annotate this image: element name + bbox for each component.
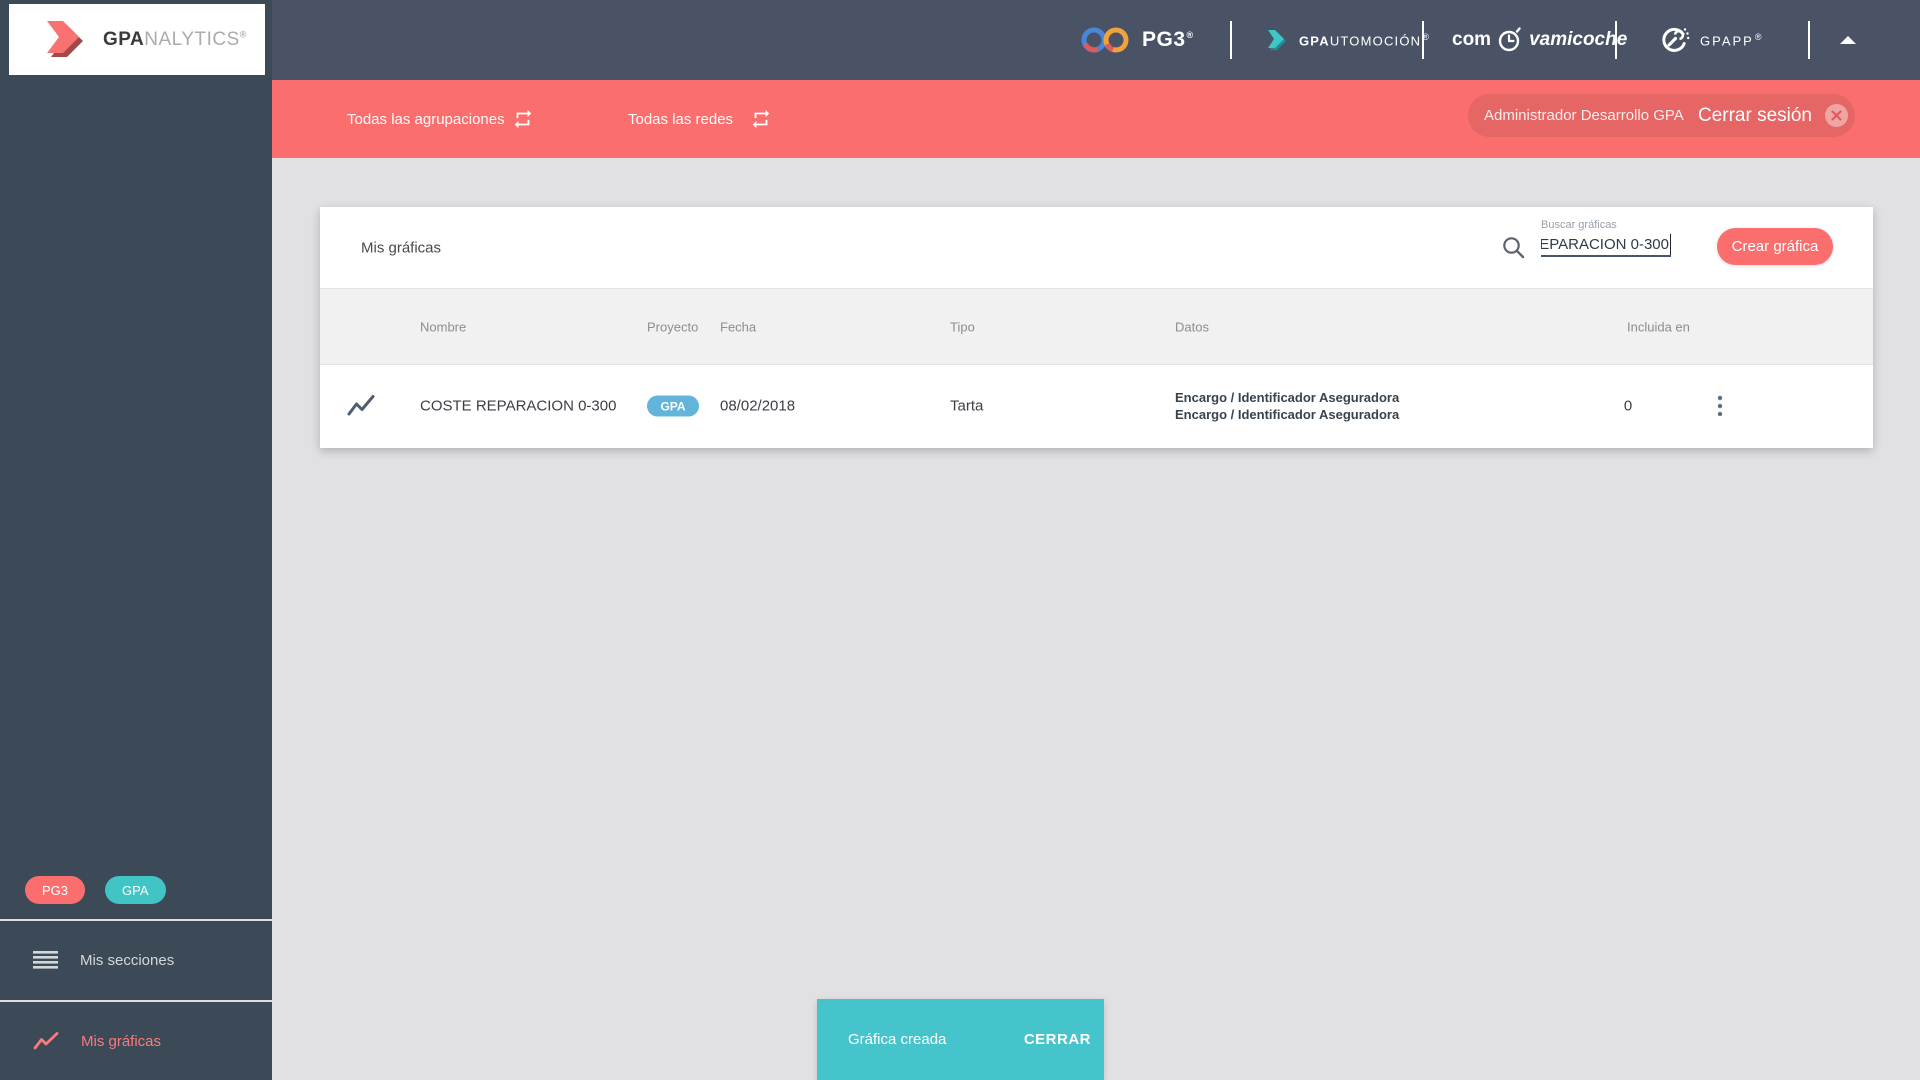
search-input-label: Buscar gráficas <box>1541 219 1617 231</box>
topbar-divider <box>1615 21 1617 59</box>
snackbar-message: Gráfica creada <box>848 1031 947 1048</box>
create-chart-button[interactable]: Crear gráfica <box>1717 228 1833 265</box>
logout-close-icon[interactable] <box>1825 104 1848 127</box>
filter-bar: Todas las agrupaciones Todas las redes A… <box>272 80 1920 158</box>
column-header-datos: Datos <box>1175 319 1209 334</box>
app-screen: PG3® GPAUTOMOCIÓN® com vamicoche GPAPP® … <box>0 0 1920 1080</box>
line-chart-icon <box>346 393 376 419</box>
gpanalytics-arrow-icon <box>39 17 89 63</box>
line-chart-icon <box>33 1031 59 1051</box>
gpautomocion-label: GPAUTOMOCIÓN® <box>1299 31 1431 49</box>
gpautomocion-arrow-icon <box>1263 28 1289 52</box>
user-session-pill: Administrador Desarrollo GPA Cerrar sesi… <box>1468 94 1855 137</box>
gpa-badge[interactable]: GPA <box>105 876 166 904</box>
sidebar-item-mis-graficas[interactable]: Mis gráficas <box>0 1002 272 1080</box>
sidebar-item-mis-secciones[interactable]: Mis secciones <box>0 921 272 1000</box>
included-in-count: 0 <box>1623 397 1633 415</box>
snackbar: Gráfica creada CERRAR <box>817 999 1104 1080</box>
gpanalytics-logo: GPANALYTICS® <box>9 4 265 75</box>
sidebar-item-label: Mis secciones <box>80 952 175 969</box>
gpapp-brand: GPAPP® <box>1658 0 1763 80</box>
logout-button[interactable]: Cerrar sesión <box>1698 104 1848 127</box>
groups-filter[interactable]: Todas las agrupaciones <box>347 80 505 158</box>
networks-filter[interactable]: Todas las redes <box>628 80 733 158</box>
pg3-brand: PG3® <box>1080 0 1194 80</box>
topbar-divider <box>1422 21 1424 59</box>
table-header-row: Nombre Proyecto Fecha Tipo Datos Incluid… <box>320 288 1873 365</box>
my-charts-card: Mis gráficas Buscar gráficas REPARACION … <box>320 207 1873 448</box>
sidebar: GPANALYTICS® PG3 GPA Mis secciones Mis g… <box>0 0 272 1080</box>
user-name: Administrador Desarrollo GPA <box>1484 107 1684 124</box>
snackbar-close-button[interactable]: CERRAR <box>1024 1031 1091 1048</box>
comprovamicoche-pre-label: com <box>1452 29 1492 50</box>
sidebar-item-label: Mis gráficas <box>81 1032 162 1050</box>
chart-data-line: Encargo / Identificador Aseguradora <box>1175 390 1400 405</box>
column-header-tipo: Tipo <box>950 319 975 334</box>
pg3-label: PG3® <box>1142 28 1194 51</box>
row-more-menu-icon[interactable] <box>1713 391 1727 421</box>
topbar-divider <box>1230 21 1232 59</box>
networks-swap-icon[interactable] <box>750 80 772 158</box>
comprovamicoche-brand: com vamicoche <box>1452 0 1627 80</box>
collapse-topbar-caret[interactable] <box>1840 36 1856 44</box>
column-header-nombre: Nombre <box>420 319 467 334</box>
column-header-fecha: Fecha <box>720 319 757 334</box>
page-title: Mis gráficas <box>361 239 442 256</box>
chart-data-line: Encargo / Identificador Aseguradora <box>1175 407 1400 422</box>
menu-list-icon <box>33 950 58 971</box>
column-header-proyecto: Proyecto <box>647 319 699 334</box>
table-row[interactable]: COSTE REPARACION 0-300 GPA 08/02/2018 Ta… <box>320 365 1873 447</box>
gpapp-label: GPAPP® <box>1700 31 1764 49</box>
sidebar-badges: PG3 GPA <box>25 876 166 904</box>
top-brand-bar: PG3® GPAUTOMOCIÓN® com vamicoche GPAPP® <box>272 0 1920 80</box>
pg3-logo-icon <box>1080 25 1132 55</box>
groups-swap-icon[interactable] <box>512 80 534 158</box>
chart-type: Tarta <box>950 397 984 415</box>
chart-name: COSTE REPARACION 0-300 <box>420 397 617 415</box>
gpanalytics-logo-text: GPANALYTICS® <box>103 28 247 50</box>
search-input[interactable]: Buscar gráficas REPARACION 0-300 <box>1541 219 1671 257</box>
topbar-divider <box>1808 21 1810 59</box>
search-input-value: REPARACION 0-300 <box>1541 234 1671 255</box>
search-icon[interactable] <box>1501 235 1527 261</box>
column-header-incluida-en: Incluida en <box>1627 319 1690 334</box>
comprovamicoche-post-label: vamicoche <box>1529 29 1628 50</box>
chart-date: 08/02/2018 <box>720 397 796 415</box>
clock-icon <box>1497 27 1523 53</box>
chart-data-fields: Encargo / Identificador Aseguradora Enca… <box>1175 389 1399 423</box>
gpapp-wrench-icon <box>1658 24 1690 56</box>
gpautomocion-brand: GPAUTOMOCIÓN® <box>1263 0 1430 80</box>
card-header: Mis gráficas Buscar gráficas REPARACION … <box>320 207 1873 288</box>
pg3-badge[interactable]: PG3 <box>25 876 86 904</box>
project-badge: GPA <box>647 395 699 417</box>
